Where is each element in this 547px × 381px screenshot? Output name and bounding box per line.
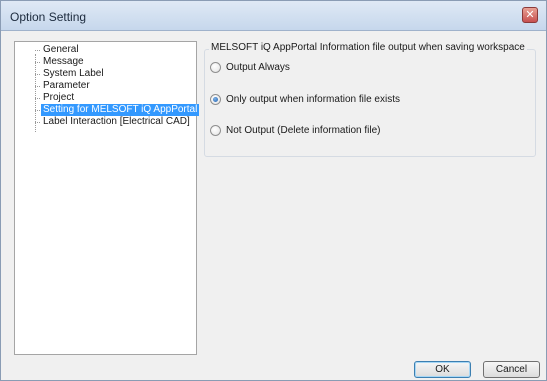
- title-bar: Option Setting ✕: [1, 1, 546, 31]
- radio-label: Output Always: [226, 62, 290, 73]
- tree-item-label: System Label: [43, 68, 104, 79]
- cancel-button[interactable]: Cancel: [483, 361, 540, 378]
- option-tree: General Message System Label Parameter P…: [14, 41, 200, 355]
- group-title: MELSOFT iQ AppPortal Information file ou…: [209, 42, 527, 53]
- radio-label: Not Output (Delete information file): [226, 125, 381, 136]
- tree-item-message[interactable]: Message: [35, 56, 86, 68]
- ok-button[interactable]: OK: [414, 361, 471, 378]
- radio-button[interactable]: [210, 125, 221, 136]
- tree-item-general[interactable]: General: [35, 44, 81, 56]
- option-setting-dialog: Option Setting ✕ General Message System …: [0, 0, 547, 381]
- dialog-title: Option Setting: [10, 10, 87, 24]
- close-button[interactable]: ✕: [522, 7, 538, 23]
- tree-item-label: Message: [43, 56, 84, 67]
- tree-item-label: Project: [43, 92, 75, 103]
- radio-button[interactable]: [210, 62, 221, 73]
- close-icon: ✕: [525, 8, 535, 21]
- radio-not-output[interactable]: Not Output (Delete information file): [210, 125, 381, 136]
- radio-button[interactable]: [210, 94, 221, 105]
- tree-item-label: Parameter: [43, 80, 90, 91]
- tree-item-appportal[interactable]: Setting for MELSOFT iQ AppPortal: [35, 104, 200, 116]
- tree-item-parameter[interactable]: Parameter: [35, 80, 92, 92]
- radio-only-output-when-exists[interactable]: Only output when information file exists: [210, 94, 400, 105]
- radio-label: Only output when information file exists: [226, 94, 400, 105]
- tree-item-label-interaction[interactable]: Label Interaction [Electrical CAD]: [35, 116, 192, 128]
- tree-item-system-label[interactable]: System Label: [35, 68, 106, 80]
- radio-output-always[interactable]: Output Always: [210, 62, 290, 73]
- tree-item-label: General: [43, 44, 79, 55]
- tree-item-label: Label Interaction [Electrical CAD]: [43, 116, 190, 127]
- tree-item-project[interactable]: Project: [35, 92, 76, 104]
- tree-item-label: Setting for MELSOFT iQ AppPortal: [41, 104, 200, 116]
